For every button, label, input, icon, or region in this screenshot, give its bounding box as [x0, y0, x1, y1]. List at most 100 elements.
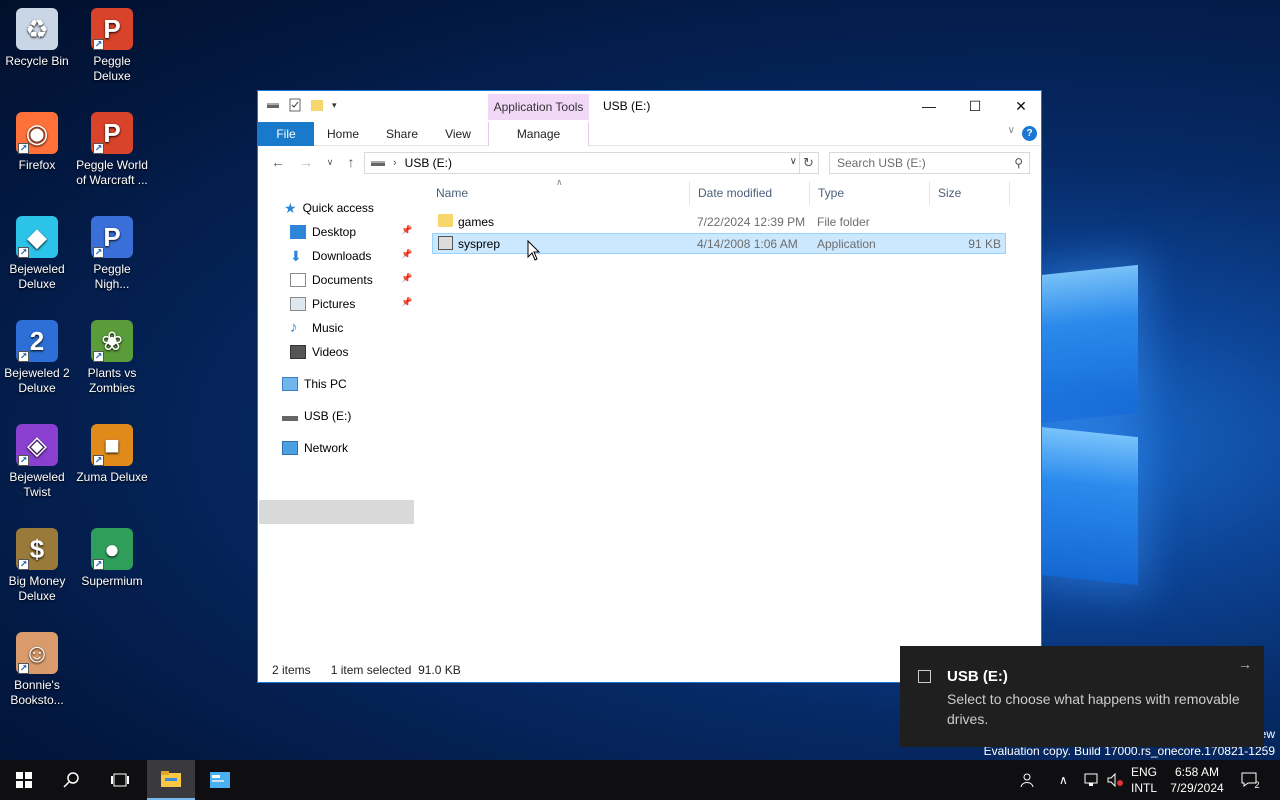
- search-icon: ⚲: [1014, 156, 1023, 170]
- pin-icon[interactable]: 📌: [401, 225, 412, 236]
- peggle-nights-icon: P ↗: [91, 216, 133, 258]
- column-header-size[interactable]: Size: [930, 181, 1010, 205]
- nav-label: Downloads: [312, 249, 372, 263]
- task-view-button[interactable]: [96, 760, 144, 800]
- action-center-button[interactable]: 2: [1236, 760, 1264, 800]
- desktop-icon[interactable]: ■ ↗ Zuma Deluxe: [75, 424, 149, 485]
- file-size: 91 KB: [968, 237, 1001, 251]
- desktop-icon[interactable]: P ↗ Peggle Deluxe: [75, 8, 149, 84]
- desktop-icon-label: Bonnie's Booksto...: [10, 678, 64, 707]
- show-hidden-icons-chevron-icon[interactable]: ∧: [1059, 760, 1068, 800]
- tab-file[interactable]: File: [258, 122, 314, 146]
- control-panel-icon: [210, 772, 230, 788]
- nav-item-videos[interactable]: Videos: [290, 341, 348, 363]
- qat-dropdown-icon[interactable]: ▾: [332, 100, 337, 111]
- desktop-icon[interactable]: P ↗ Peggle World of Warcraft ...: [75, 112, 149, 188]
- desktop-icon[interactable]: ● ↗ Supermium: [75, 528, 149, 589]
- people-icon[interactable]: [1020, 760, 1038, 800]
- address-bar[interactable]: › USB (E:) ∨: [364, 152, 800, 174]
- notification-count: 2: [1254, 780, 1260, 790]
- desktop-icon-label: Recycle Bin: [5, 54, 69, 68]
- desktop-folder-icon: [290, 225, 306, 239]
- tab-manage[interactable]: Manage: [488, 122, 589, 146]
- column-header-name[interactable]: Name: [428, 181, 690, 205]
- bejeweled2-icon: 2 ↗: [16, 320, 58, 362]
- shortcut-arrow-icon: ↗: [18, 663, 29, 674]
- expand-ribbon-icon[interactable]: ∨: [1008, 125, 1015, 136]
- minimize-button[interactable]: —: [906, 91, 952, 121]
- desktop-icon[interactable]: ☺ ↗ Bonnie's Booksto...: [0, 632, 74, 708]
- drive-icon[interactable]: [266, 98, 280, 112]
- nav-label: Desktop: [312, 225, 357, 239]
- usb-drive-icon: [282, 416, 298, 421]
- back-button[interactable]: ←: [268, 152, 288, 172]
- close-button[interactable]: ✕: [998, 91, 1044, 121]
- nav-item-usb[interactable]: USB (E:): [282, 405, 351, 427]
- shortcut-arrow-icon: ↗: [18, 351, 29, 362]
- pin-icon[interactable]: 📌: [401, 297, 412, 308]
- nav-item-desktop[interactable]: Desktop: [290, 221, 356, 243]
- file-explorer-taskbar-button[interactable]: [147, 760, 195, 800]
- nav-item-pictures[interactable]: Pictures: [290, 293, 355, 315]
- bonnie-icon: ☺ ↗: [16, 632, 58, 674]
- nav-item-this-pc[interactable]: This PC: [282, 373, 347, 395]
- control-panel-taskbar-button[interactable]: [196, 760, 244, 800]
- up-button[interactable]: ↑: [341, 152, 361, 172]
- list-item[interactable]: sysprep 4/14/2008 1:06 AM Application 91…: [432, 233, 1006, 254]
- recent-locations-button[interactable]: ∨: [320, 152, 340, 172]
- navigation-pane: ★ Quick access Desktop 📌 ⬇ Downloads 📌 D…: [258, 187, 418, 657]
- desktop-icon-label: Peggle World of Warcraft ...: [76, 158, 148, 187]
- desktop-icon[interactable]: ♻ Recycle Bin: [0, 8, 74, 69]
- desktop-icon[interactable]: ◈ ↗ Bejeweled Twist: [0, 424, 74, 500]
- input-language-indicator[interactable]: ENG INTL: [1131, 760, 1157, 800]
- maximize-button[interactable]: ☐: [952, 91, 998, 121]
- column-header-type[interactable]: Type: [810, 181, 930, 205]
- clock[interactable]: 6:58 AM 7/29/2024: [1166, 760, 1228, 800]
- file-explorer-window: ▾ Application Tools USB (E:) — ☐ ✕ File …: [257, 90, 1042, 683]
- desktop-icon[interactable]: ❀ ↗ Plants vs Zombies: [75, 320, 149, 396]
- zuma-icon: ■ ↗: [91, 424, 133, 466]
- arrow-right-icon[interactable]: →: [1238, 656, 1252, 672]
- clock-date: 7/29/2024: [1170, 781, 1224, 795]
- search-input[interactable]: Search USB (E:) ⚲: [829, 152, 1030, 174]
- nav-item-network[interactable]: Network: [282, 437, 348, 459]
- column-header-date[interactable]: Date modified: [690, 181, 810, 205]
- volume-muted-icon[interactable]: [1106, 760, 1124, 800]
- forward-button[interactable]: →: [296, 152, 316, 172]
- desktop-icon[interactable]: ◆ ↗ Bejeweled Deluxe: [0, 216, 74, 292]
- quick-access-toolbar: ▾: [266, 98, 337, 112]
- shortcut-arrow-icon: ↗: [18, 455, 29, 466]
- tab-view[interactable]: View: [434, 122, 482, 146]
- autoplay-notification[interactable]: USB (E:) Select to choose what happens w…: [900, 646, 1264, 747]
- search-button[interactable]: [48, 760, 96, 800]
- refresh-button[interactable]: ↻: [799, 152, 819, 174]
- download-arrow-icon: ⬇: [290, 248, 302, 264]
- help-icon[interactable]: ?: [1022, 126, 1037, 141]
- nav-label: Pictures: [312, 297, 356, 311]
- pin-icon[interactable]: 📌: [401, 249, 412, 260]
- nav-item-documents[interactable]: Documents: [290, 269, 373, 291]
- nav-item-quick-access[interactable]: ★ Quick access: [284, 197, 374, 219]
- address-dropdown-icon[interactable]: ∨: [790, 156, 797, 167]
- network-status-icon[interactable]: [1082, 760, 1100, 800]
- documents-icon: [290, 273, 306, 287]
- nav-item-music[interactable]: ♪ Music: [290, 317, 343, 339]
- desktop-icon[interactable]: 2 ↗ Bejeweled 2 Deluxe: [0, 320, 74, 396]
- status-bar: 2 items 1 item selected 91.0 KB: [272, 663, 461, 677]
- videos-icon: [290, 345, 306, 359]
- desktop-icon[interactable]: ◉ ↗ Firefox: [0, 112, 74, 173]
- tab-home[interactable]: Home: [318, 122, 368, 146]
- desktop-icon[interactable]: P ↗ Peggle Nigh...: [75, 216, 149, 292]
- recycle-bin-icon: ♻: [16, 8, 58, 50]
- keyboard-layout: INTL: [1131, 781, 1158, 795]
- new-folder-icon[interactable]: [310, 98, 324, 112]
- big-money-icon: $ ↗: [16, 528, 58, 570]
- desktop-icon[interactable]: $ ↗ Big Money Deluxe: [0, 528, 74, 604]
- properties-icon[interactable]: [288, 98, 302, 112]
- nav-item-downloads[interactable]: ⬇ Downloads: [290, 245, 371, 267]
- tab-share[interactable]: Share: [378, 122, 426, 146]
- windows-logo-wallpaper: [1040, 264, 1240, 590]
- list-item[interactable]: games 7/22/2024 12:39 PM File folder: [432, 212, 1006, 233]
- pin-icon[interactable]: 📌: [401, 273, 412, 284]
- start-button[interactable]: [0, 760, 48, 800]
